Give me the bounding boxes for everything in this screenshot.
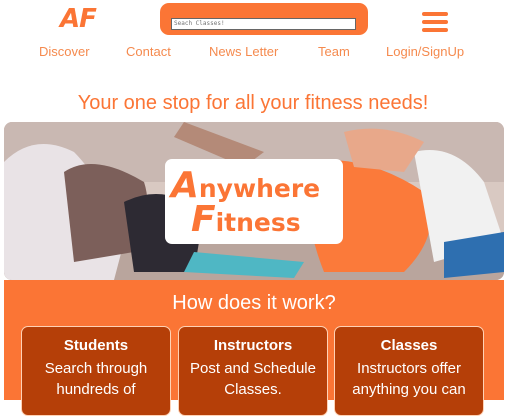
how-it-works-section: How does it work? Students Search throug… [4, 280, 504, 416]
logo[interactable]: AF [60, 4, 104, 34]
nav-news-letter[interactable]: News Letter [209, 44, 278, 59]
hero-brand-card: Anywhere Fitness [165, 159, 343, 244]
search-input[interactable] [171, 17, 356, 30]
how-it-works-title: How does it work? [172, 292, 336, 314]
nav-discover[interactable]: Discover [39, 44, 90, 59]
card-description: Search through hundreds of [44, 360, 148, 398]
card-instructors[interactable]: Instructors Post and Schedule Classes. [178, 326, 328, 416]
search-bar [160, 3, 368, 35]
tagline: Your one stop for all your fitness needs… [77, 92, 429, 114]
nav-contact[interactable]: Contact [126, 44, 171, 59]
hero-title-line2: Fitness [191, 199, 301, 240]
hero-banner: Anywhere Fitness [4, 122, 504, 280]
card-description: Instructors offer anything you can [352, 360, 466, 398]
nav-login-signup[interactable]: Login/SignUp [386, 44, 464, 59]
logo-text: AF [60, 4, 97, 34]
nav-team[interactable]: Team [318, 44, 350, 59]
card-students[interactable]: Students Search through hundreds of [21, 326, 171, 416]
card-classes[interactable]: Classes Instructors offer anything you c… [334, 326, 484, 416]
hamburger-menu-icon[interactable] [422, 12, 448, 32]
card-title: Instructors [213, 337, 293, 354]
hero-title-cap-f: F [191, 199, 216, 240]
card-title: Students [63, 337, 129, 354]
card-title: Classes [380, 337, 438, 354]
hero-title-rest-2: itness [215, 208, 301, 237]
card-description: Post and Schedule Classes. [190, 360, 316, 398]
